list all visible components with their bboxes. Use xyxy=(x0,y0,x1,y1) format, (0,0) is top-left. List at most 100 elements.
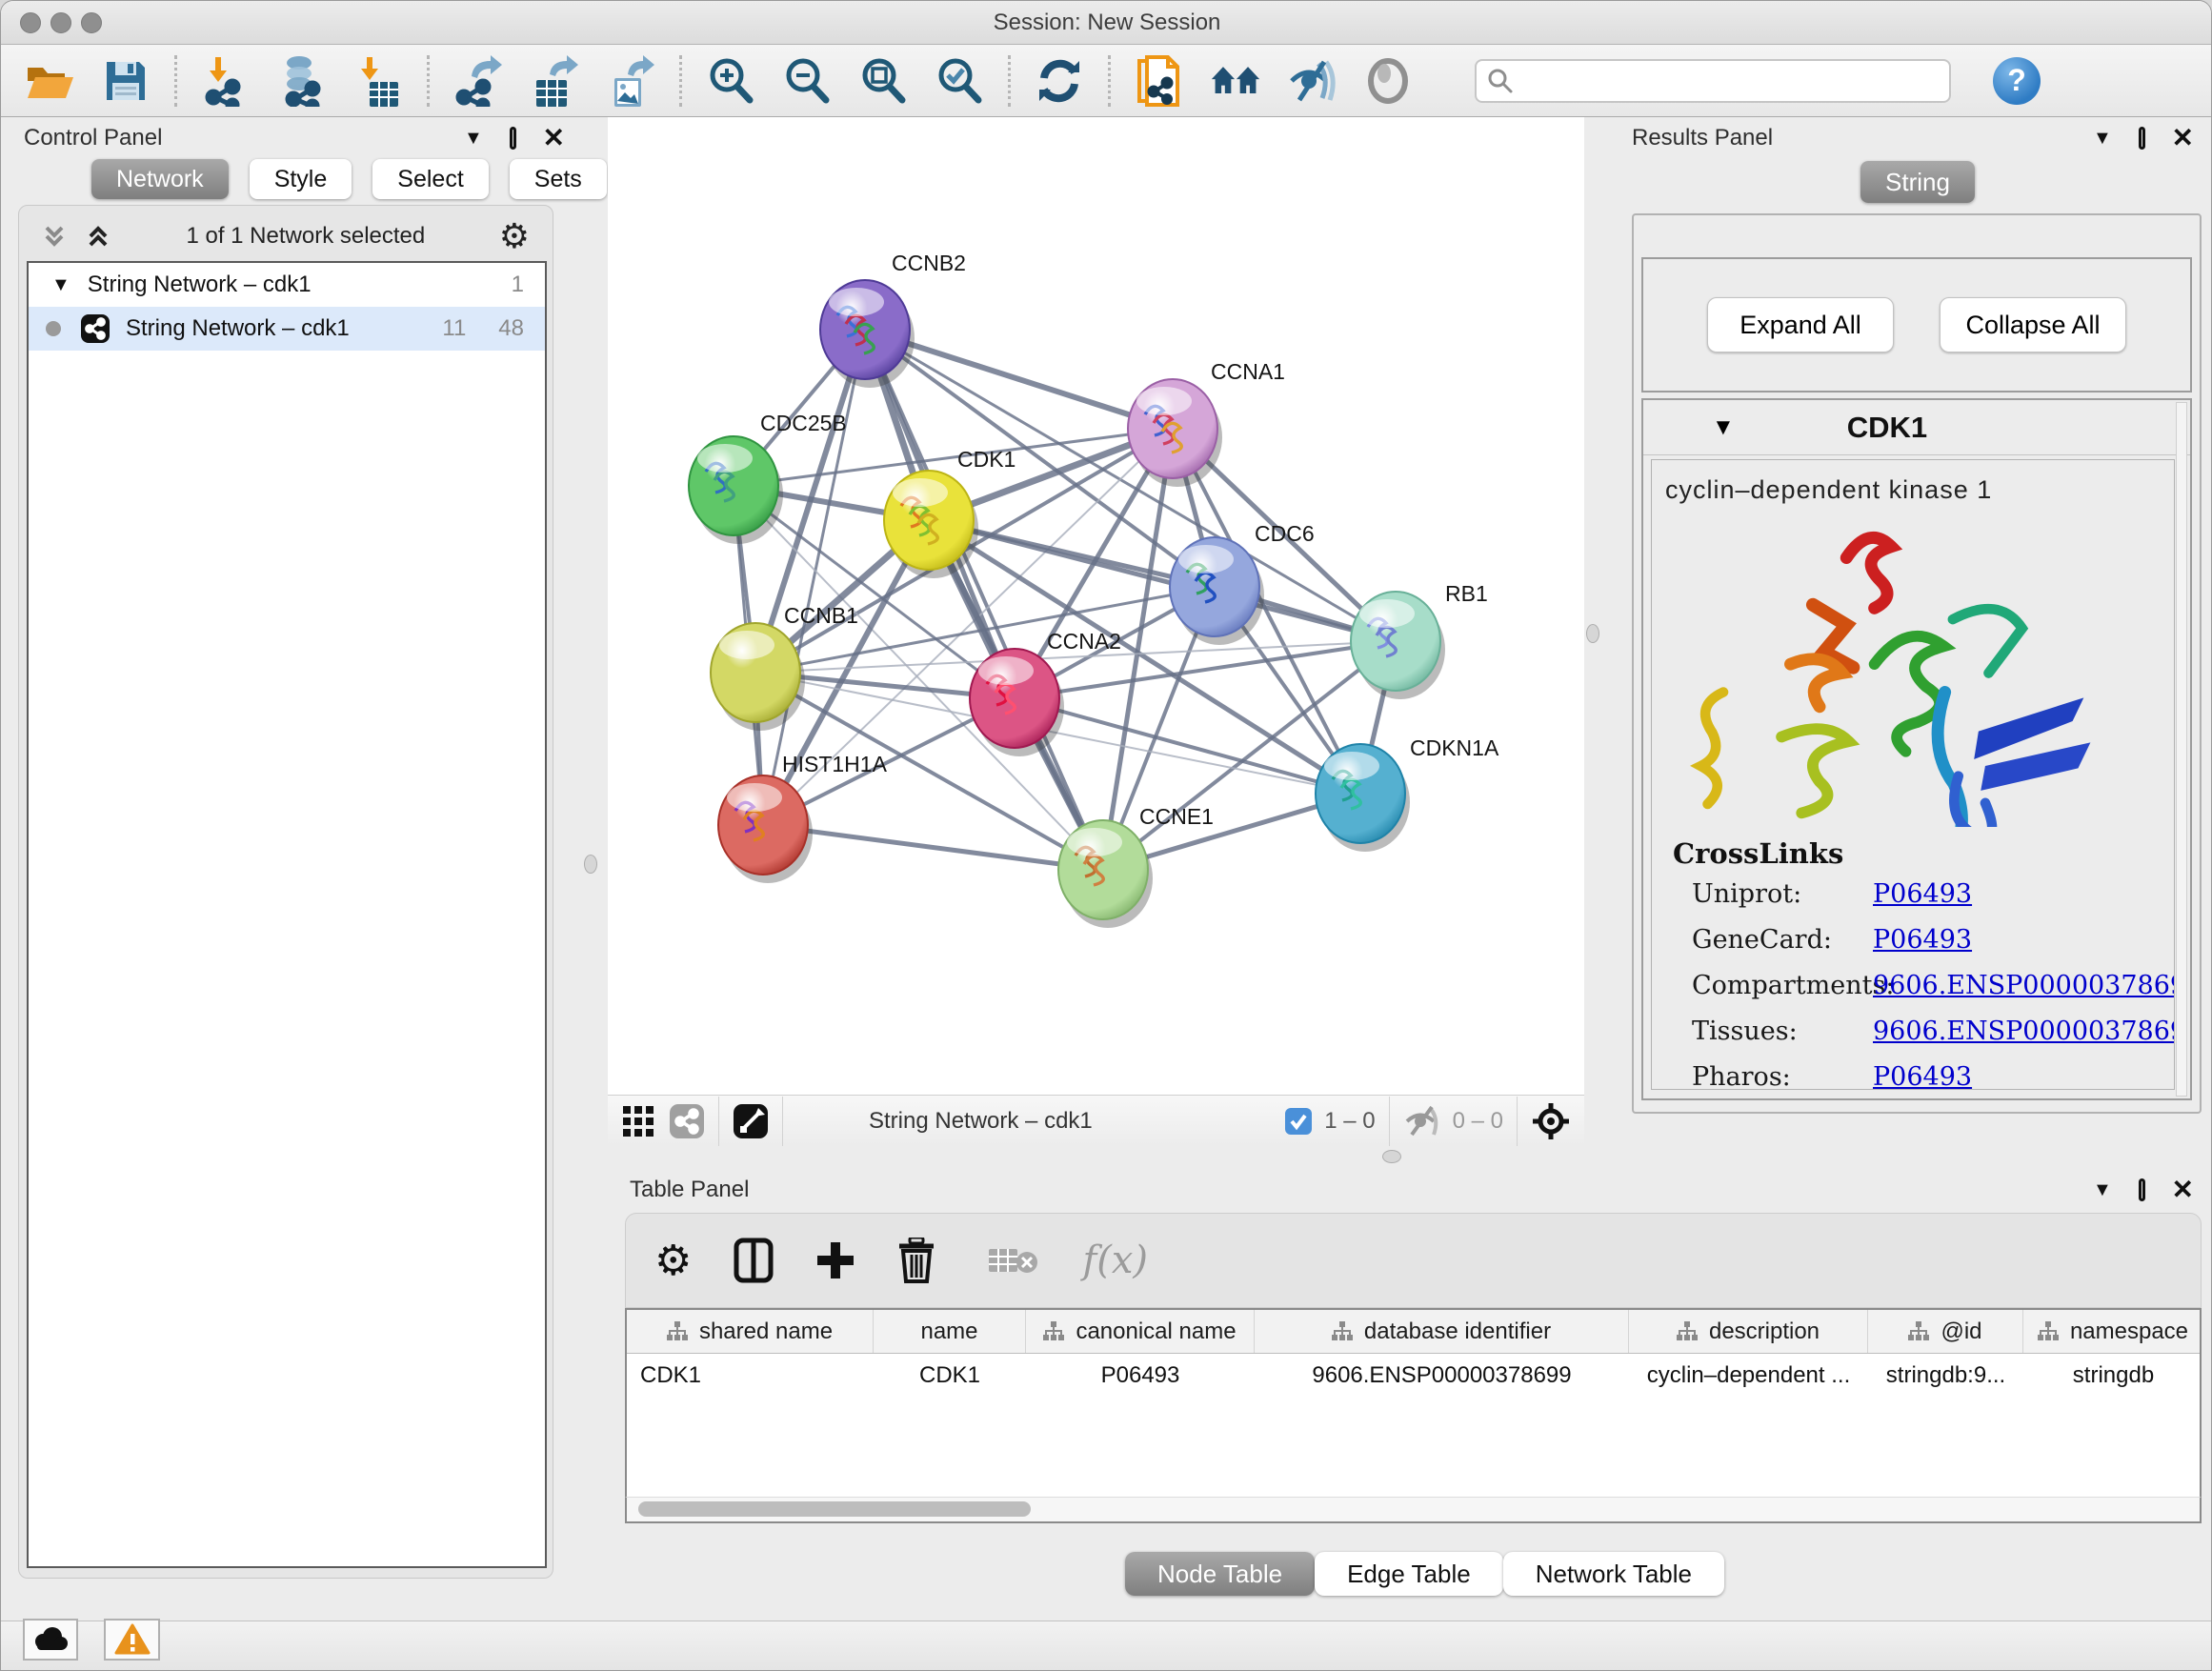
column-header-namespace[interactable]: namespace xyxy=(2023,1310,2202,1353)
network-row[interactable]: String Network – cdk1 11 48 xyxy=(29,307,545,351)
float-panel-icon[interactable] xyxy=(2139,127,2145,150)
export-network-button[interactable] xyxy=(452,55,504,107)
table-hscrollbar[interactable] xyxy=(625,1497,2202,1523)
selected-checkbox-icon[interactable] xyxy=(1284,1107,1313,1136)
node-label-CCNA2: CCNA2 xyxy=(1047,629,1121,654)
export-image-button[interactable] xyxy=(605,55,656,107)
open-session-from-cloud-button[interactable] xyxy=(1134,55,1185,107)
tab-network-table[interactable]: Network Table xyxy=(1503,1552,1724,1596)
birds-eye-toggle-button[interactable] xyxy=(1362,55,1414,107)
tab-network[interactable]: Network xyxy=(91,159,229,199)
node-CCNA1[interactable] xyxy=(1128,379,1222,487)
delete-column-trash-icon[interactable] xyxy=(897,1238,935,1283)
panel-menu-icon[interactable]: ▼ xyxy=(2093,1179,2112,1201)
open-session-button[interactable] xyxy=(24,55,75,107)
gear-icon[interactable]: ⚙ xyxy=(499,216,530,256)
column-header-database-identifier[interactable]: database identifier xyxy=(1255,1310,1629,1353)
zoom-fit-button[interactable] xyxy=(857,55,909,107)
column-header--id[interactable]: @id xyxy=(1868,1310,2023,1353)
tab-select[interactable]: Select xyxy=(372,159,488,199)
import-network-database-button[interactable] xyxy=(276,55,328,107)
grid-view-icon[interactable] xyxy=(621,1104,655,1138)
node-count: 11 xyxy=(442,315,466,342)
close-panel-icon[interactable]: ✕ xyxy=(543,127,565,150)
results-scrollbar[interactable] xyxy=(2176,402,2187,1097)
expand-all-icon[interactable] xyxy=(84,222,112,251)
table-row[interactable]: CDK1CDK1P064939606.ENSP00000378699cyclin… xyxy=(627,1354,2200,1398)
horizontal-splitter-handle[interactable] xyxy=(1382,1150,1401,1163)
zoom-out-button[interactable] xyxy=(781,55,833,107)
crosslink-link[interactable]: P06493 xyxy=(1873,879,1972,909)
tree-expander-icon[interactable]: ▼ xyxy=(51,274,70,296)
table-gear-icon[interactable]: ⚙ xyxy=(654,1237,692,1285)
crosslink-link[interactable]: P06493 xyxy=(1873,925,1972,955)
control-panel-tabs: Network Style Select Sets xyxy=(91,159,607,199)
node-CCNE1[interactable] xyxy=(1058,820,1153,928)
network-view-icon[interactable] xyxy=(669,1103,705,1139)
cdk1-entry-header[interactable]: ▼ CDK1 xyxy=(1643,400,2190,455)
cloud-status-button[interactable] xyxy=(23,1619,78,1661)
import-table-file-button[interactable] xyxy=(352,55,404,107)
search-input[interactable] xyxy=(1515,68,1934,94)
column-header-description[interactable]: description xyxy=(1629,1310,1868,1353)
float-panel-icon[interactable] xyxy=(510,127,516,150)
node-CDK1[interactable] xyxy=(884,471,978,578)
collapse-all-button[interactable]: Collapse All xyxy=(1940,297,2126,352)
add-column-icon[interactable] xyxy=(815,1240,855,1280)
help-button[interactable]: ? xyxy=(1993,57,2041,105)
tab-string[interactable]: String xyxy=(1860,161,1975,203)
export-network-icon xyxy=(454,55,502,107)
network-graph[interactable]: CCNB2CCNA1CDC25BCDK1CDC6RB1CCNB1CCNA2CDK… xyxy=(608,117,1584,1095)
fit-content-crosshair-icon[interactable] xyxy=(1531,1101,1571,1141)
crosslink-link[interactable]: P06493 xyxy=(1873,1062,1972,1090)
import-network-file-button[interactable] xyxy=(200,55,251,107)
node-CDC6[interactable] xyxy=(1170,537,1264,645)
column-header-canonical-name[interactable]: canonical name xyxy=(1026,1310,1255,1353)
edge-HIST1H1A-CCNE1[interactable] xyxy=(763,825,1103,870)
right-splitter-handle[interactable] xyxy=(1586,624,1599,643)
birds-eye-view-icon[interactable] xyxy=(733,1103,769,1139)
left-splitter-handle[interactable] xyxy=(584,855,597,874)
panel-menu-icon[interactable]: ▼ xyxy=(464,128,483,150)
expand-all-button[interactable]: Expand All xyxy=(1707,297,1894,352)
return-to-start-button[interactable] xyxy=(1210,55,1261,107)
warnings-button[interactable] xyxy=(104,1619,160,1661)
edge-CCNA2-CDKN1A[interactable] xyxy=(1015,698,1360,794)
close-panel-icon[interactable]: ✕ xyxy=(2172,127,2194,150)
float-panel-icon[interactable] xyxy=(2139,1178,2145,1201)
table-hscrollbar-thumb[interactable] xyxy=(638,1501,1031,1517)
edge-CCNB2-CCNE1[interactable] xyxy=(865,330,1103,870)
edge-CDK1-RB1[interactable] xyxy=(929,520,1396,641)
tab-sets[interactable]: Sets xyxy=(510,159,607,199)
tab-edge-table[interactable]: Edge Table xyxy=(1315,1552,1503,1596)
panel-menu-icon[interactable]: ▼ xyxy=(2093,128,2112,150)
network-canvas[interactable]: CCNB2CCNA1CDC25BCDK1CDC6RB1CCNB1CCNA2CDK… xyxy=(608,117,1584,1095)
show-columns-icon[interactable] xyxy=(734,1238,774,1283)
edge-CCNB2-HIST1H1A[interactable] xyxy=(763,330,865,825)
refresh-view-button[interactable] xyxy=(1034,55,1085,107)
crosslink-link[interactable]: 9606.ENSP00000378699 xyxy=(1873,1017,2175,1046)
node-RB1[interactable] xyxy=(1351,592,1445,699)
zoom-selected-button[interactable] xyxy=(934,55,985,107)
node-CDC25B[interactable] xyxy=(689,436,783,544)
tab-style[interactable]: Style xyxy=(250,159,352,199)
crosslink-link[interactable]: 9606.ENSP00000378699 xyxy=(1873,971,2175,1000)
node-CDKN1A[interactable] xyxy=(1316,744,1410,852)
node-CCNB2[interactable] xyxy=(820,280,915,388)
export-table-button[interactable] xyxy=(529,55,580,107)
save-session-button[interactable] xyxy=(100,55,151,107)
column-header-name[interactable]: name xyxy=(874,1310,1026,1353)
eye-slash-icon xyxy=(1286,58,1337,104)
close-panel-icon[interactable]: ✕ xyxy=(2172,1178,2194,1201)
collapse-entry-icon[interactable]: ▼ xyxy=(1712,414,1735,441)
collapse-all-icon[interactable] xyxy=(40,222,69,251)
network-collection-row[interactable]: ▼ String Network – cdk1 1 xyxy=(29,263,545,307)
show-hide-graphics-details-button[interactable] xyxy=(1286,55,1337,107)
network-icon xyxy=(80,313,111,344)
zoom-in-button[interactable] xyxy=(705,55,756,107)
column-header-shared-name[interactable]: shared name xyxy=(627,1310,874,1353)
table-body: CDK1CDK1P064939606.ENSP00000378699cyclin… xyxy=(627,1354,2200,1398)
tab-node-table[interactable]: Node Table xyxy=(1125,1552,1315,1596)
node-CCNA2[interactable] xyxy=(970,649,1064,756)
search-field[interactable] xyxy=(1475,59,1951,103)
